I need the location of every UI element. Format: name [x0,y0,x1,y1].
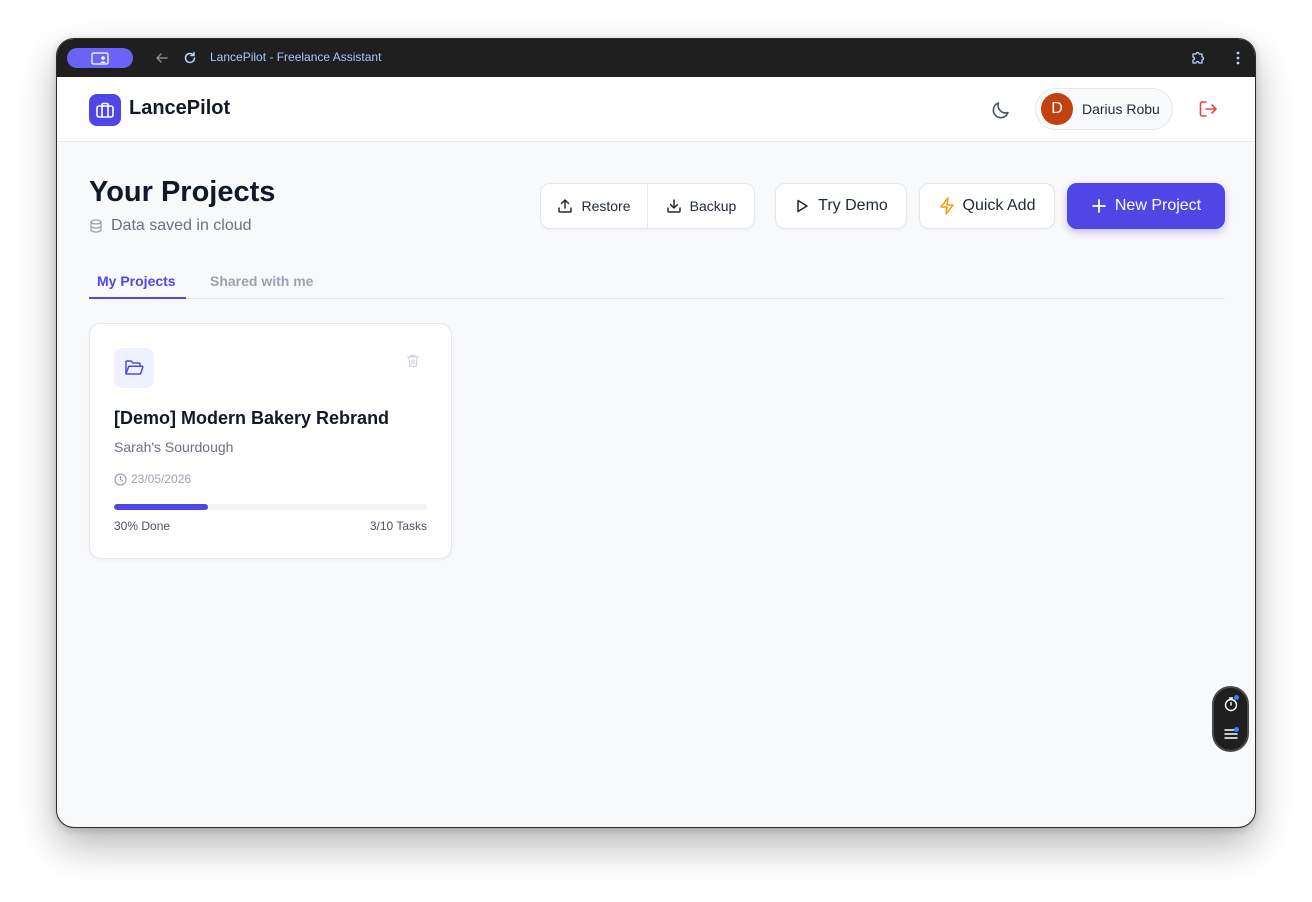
floating-tools-widget [1212,686,1249,752]
restore-label: Restore [581,198,631,214]
new-project-label: New Project [1114,197,1202,214]
main-content: Your Projects Data saved in cloud Restor… [57,142,1255,827]
avatar: D [1041,93,1073,125]
restore-button[interactable]: Restore [541,184,647,228]
quick-add-button[interactable]: Quick Add [919,183,1055,229]
task-count: 3/10 Tasks [369,519,427,533]
profile-pill[interactable] [67,48,133,68]
browser-titlebar: LancePilot - Freelance Assistant [57,39,1255,77]
storage-status-text: Data saved in cloud [111,217,252,234]
timer-notification-dot [1234,695,1239,700]
logout-icon[interactable] [1197,98,1219,120]
plus-icon [1091,199,1106,213]
browser-window: LancePilot - Freelance Assistant LancePi… [56,38,1256,828]
project-date-text: 23/05/2026 [131,472,192,486]
progress-label: 30% Done [114,519,171,533]
folder-open-icon [114,348,154,388]
tab-shared-with-me[interactable]: Shared with me [210,273,313,289]
extensions-icon[interactable] [1189,49,1207,67]
storage-status: Data saved in cloud [89,217,252,235]
app-logo-text[interactable]: LancePilot [129,97,230,120]
project-date: 23/05/2026 [114,472,191,486]
quick-add-label: Quick Add [962,197,1036,214]
project-client: Sarah's Sourdough [114,439,234,455]
try-demo-label: Try Demo [818,197,888,214]
tab-my-projects[interactable]: My Projects [97,273,176,289]
browser-tab-title: LancePilot - Freelance Assistant [210,50,382,64]
menu-kebab-icon[interactable] [1229,49,1247,67]
briefcase-icon [89,94,121,126]
app-header: LancePilot D Darius Robu [57,77,1255,142]
page-title: Your Projects [89,176,276,208]
play-icon [797,199,808,213]
database-icon [90,219,102,233]
clock-icon [114,472,127,486]
list-notification-dot [1234,727,1239,732]
user-name: Darius Robu [1082,101,1160,117]
timer-icon[interactable] [1223,695,1239,712]
project-tabs: My Projects Shared with me [89,266,1225,299]
user-menu[interactable]: D Darius Robu [1035,88,1173,130]
project-title: [Demo] Modern Bakery Rebrand [114,408,390,428]
project-card[interactable]: [Demo] Modern Bakery Rebrand Sarah's Sou… [89,323,452,559]
reload-icon[interactable] [181,49,199,67]
backup-button[interactable]: Backup [647,184,754,228]
try-demo-button[interactable]: Try Demo [775,183,907,229]
restore-backup-group: Restore Backup [540,183,755,229]
upload-icon [558,199,573,213]
profile-card-icon [91,51,109,65]
progress-bar [114,504,427,510]
progress-fill [114,504,208,510]
lightning-icon [939,197,954,215]
backup-label: Backup [689,198,737,214]
active-tab-indicator [89,297,186,299]
trash-icon[interactable] [405,353,421,369]
download-icon [666,199,681,213]
back-arrow-icon[interactable] [153,49,171,67]
new-project-button[interactable]: New Project [1067,183,1225,229]
list-icon[interactable] [1223,726,1239,742]
moon-icon[interactable] [990,99,1012,121]
